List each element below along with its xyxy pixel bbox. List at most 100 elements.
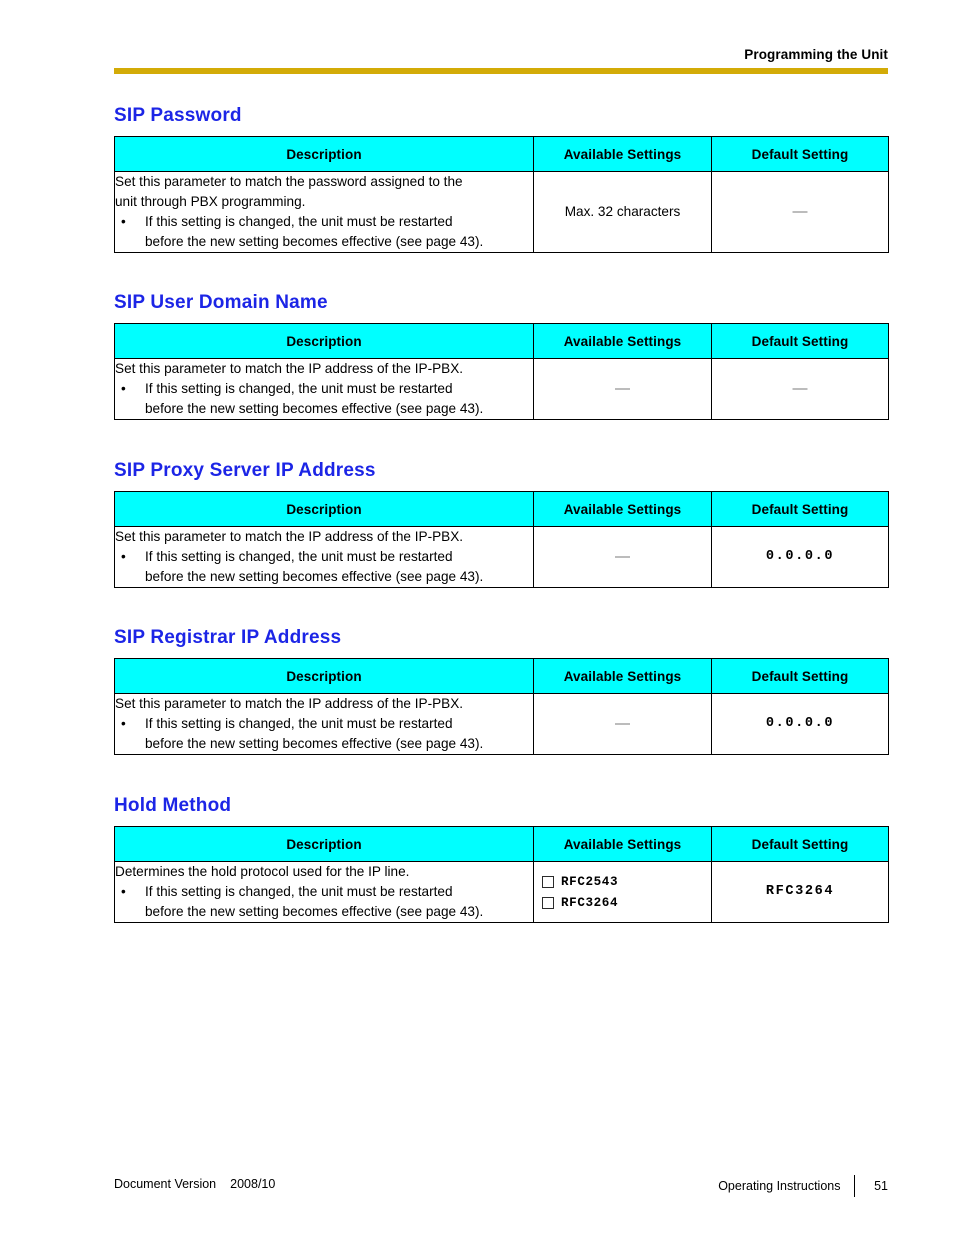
cell-available-settings: — [533,693,712,755]
column-header-description: Description [114,136,534,172]
em-dash: — [792,203,808,220]
bullet-line: If this setting is changed, the unit mus… [145,716,453,731]
column-header-available-settings: Available Settings [533,826,712,862]
list-item: • If this setting is changed, the unit m… [115,379,533,419]
column-header-description: Description [114,826,534,862]
cell-default-setting: RFC3264 [711,861,889,923]
list-item: • If this setting is changed, the unit m… [115,547,533,587]
column-header-default-setting: Default Setting [711,826,889,862]
em-dash: — [792,380,808,397]
bullet-glyph: • [121,884,126,899]
cell-description: Determines the hold protocol used for th… [114,861,534,923]
section-heading: SIP User Domain Name [114,292,328,313]
cell-description: Set this parameter to match the IP addre… [114,693,534,755]
cell-default-setting: — [711,171,889,253]
table-row: Determines the hold protocol used for th… [114,861,889,923]
section-sip-registrar-ip-address: SIP Registrar IP Address Description Ava… [114,626,889,755]
header-rule [114,68,888,74]
section-sip-proxy-server-ip-address: SIP Proxy Server IP Address Description … [114,459,889,588]
column-header-default-setting: Default Setting [711,491,889,527]
cell-available-settings: Max. 32 characters [533,171,712,253]
table-row: Set this parameter to match the IP addre… [114,693,889,755]
cell-default-setting: 0.0.0.0 [711,693,889,755]
section-sip-user-domain-name: SIP User Domain Name Description Availab… [114,291,889,420]
description-bullet-list: • If this setting is changed, the unit m… [115,212,533,252]
description-bullet-list: • If this setting is changed, the unit m… [115,547,533,587]
cell-available-settings: — [533,526,712,588]
running-header-title: Programming the Unit [744,47,888,62]
bullet-line: before the new setting becomes effective… [145,904,484,919]
section-hold-method: Hold Method Description Available Settin… [114,794,889,923]
table-header-row: Description Available Settings Default S… [114,323,889,359]
description-line: Set this parameter to match the IP addre… [115,361,464,376]
table-row: Set this parameter to match the IP addre… [114,526,889,588]
list-item: • If this setting is changed, the unit m… [115,212,533,252]
bullet-glyph: • [121,716,126,731]
column-header-available-settings: Available Settings [533,491,712,527]
footer-page-number: 51 [874,1179,888,1193]
column-header-available-settings: Available Settings [533,323,712,359]
footer-doc-version-value: 2008/10 [230,1177,276,1191]
column-header-available-settings: Available Settings [533,658,712,694]
bullet-glyph: • [121,214,126,229]
section-heading: SIP Registrar IP Address [114,627,342,648]
cell-available-settings: — [533,358,712,420]
section-heading: SIP Proxy Server IP Address [114,460,376,481]
footer-divider [853,1175,855,1197]
bullet-line: before the new setting becomes effective… [145,569,484,584]
description-line: Set this parameter to match the IP addre… [115,529,464,544]
option-rfc2543[interactable]: RFC2543 [542,871,711,892]
option-rfc3264[interactable]: RFC3264 [542,892,711,913]
column-header-default-setting: Default Setting [711,136,889,172]
bullet-line: If this setting is changed, the unit mus… [145,214,453,229]
cell-description: Set this parameter to match the IP addre… [114,358,534,420]
table-header-row: Description Available Settings Default S… [114,826,889,862]
spec-table: Description Available Settings Default S… [114,491,889,588]
cell-description: Set this parameter to match the password… [114,171,534,253]
bullet-line: before the new setting becomes effective… [145,401,484,416]
option-label: RFC3264 [561,895,619,910]
description-line: Set this parameter to match the IP addre… [115,696,464,711]
column-header-available-settings: Available Settings [533,136,712,172]
description-bullet-list: • If this setting is changed, the unit m… [115,882,533,922]
bullet-glyph: • [121,381,126,396]
footer-doc-version-label: Document Version [114,1177,217,1191]
document-page: Programming the Unit SIP Password Descri… [0,0,954,1235]
table-row: Set this parameter to match the password… [114,171,889,253]
em-dash: — [615,715,630,732]
option-label: RFC2543 [561,874,619,889]
footer-right-group: Operating Instructions 51 [718,1175,888,1197]
section-sip-password: SIP Password Description Available Setti… [114,104,889,253]
cell-description: Set this parameter to match the IP addre… [114,526,534,588]
em-dash: — [615,380,630,397]
description-line: Determines the hold protocol used for th… [115,864,410,879]
spec-table: Description Available Settings Default S… [114,136,889,253]
bullet-line: If this setting is changed, the unit mus… [145,549,453,564]
em-dash: — [615,548,630,565]
column-header-default-setting: Default Setting [711,323,889,359]
bullet-line: before the new setting becomes effective… [145,736,484,751]
footer-manual-title: Operating Instructions [718,1179,841,1193]
spec-table: Description Available Settings Default S… [114,826,889,923]
page-footer: Document Version 2008/10 Operating Instru… [114,1175,888,1197]
description-bullet-list: • If this setting is changed, the unit m… [115,379,533,419]
table-header-row: Description Available Settings Default S… [114,136,889,172]
column-header-description: Description [114,491,534,527]
list-item: • If this setting is changed, the unit m… [115,882,533,922]
description-line: Set this parameter to match the password… [115,174,463,189]
list-item: • If this setting is changed, the unit m… [115,714,533,754]
footer-document-version: Document Version 2008/10 [114,1175,275,1193]
section-heading: SIP Password [114,105,242,126]
cell-available-settings: RFC2543 RFC3264 [533,861,712,923]
column-header-description: Description [114,658,534,694]
cell-default-setting: 0.0.0.0 [711,526,889,588]
description-line: unit through PBX programming. [115,194,306,209]
checkbox-icon[interactable] [542,896,554,909]
bullet-line: If this setting is changed, the unit mus… [145,884,453,899]
cell-default-setting: — [711,358,889,420]
description-bullet-list: • If this setting is changed, the unit m… [115,714,533,754]
table-row: Set this parameter to match the IP addre… [114,358,889,420]
checkbox-icon[interactable] [542,875,554,888]
table-header-row: Description Available Settings Default S… [114,491,889,527]
bullet-line: before the new setting becomes effective… [145,234,484,249]
